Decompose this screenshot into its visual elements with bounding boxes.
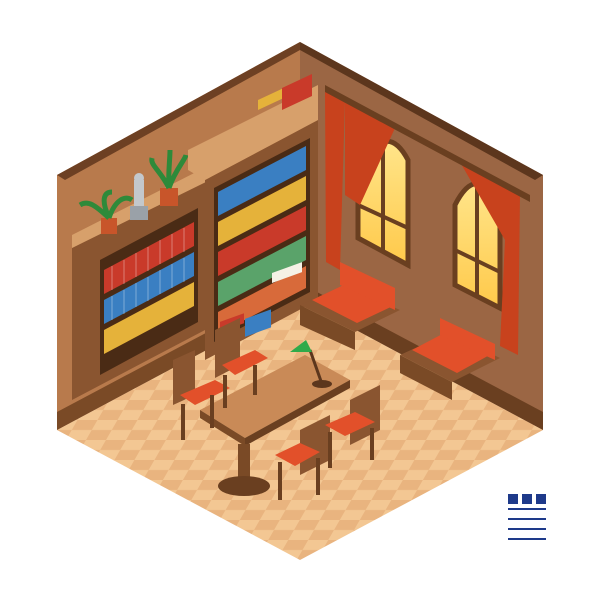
watermark-mark	[508, 494, 546, 540]
